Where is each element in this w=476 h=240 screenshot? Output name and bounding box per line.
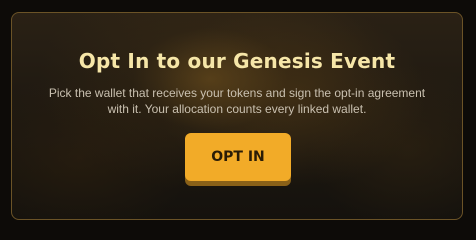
opt-in-button[interactable]: OPT IN bbox=[185, 133, 291, 181]
description-line-1: Pick the wallet that receives your token… bbox=[48, 86, 426, 100]
card-description: Pick the wallet that receives your token… bbox=[30, 85, 444, 117]
card-title: Opt In to our Genesis Event bbox=[78, 49, 396, 73]
opt-in-card: Opt In to our Genesis Event Pick the wal… bbox=[11, 12, 463, 220]
page: Opt In to our Genesis Event Pick the wal… bbox=[0, 0, 476, 233]
description-line-2: with it. Your allocation counts every li… bbox=[107, 102, 367, 116]
